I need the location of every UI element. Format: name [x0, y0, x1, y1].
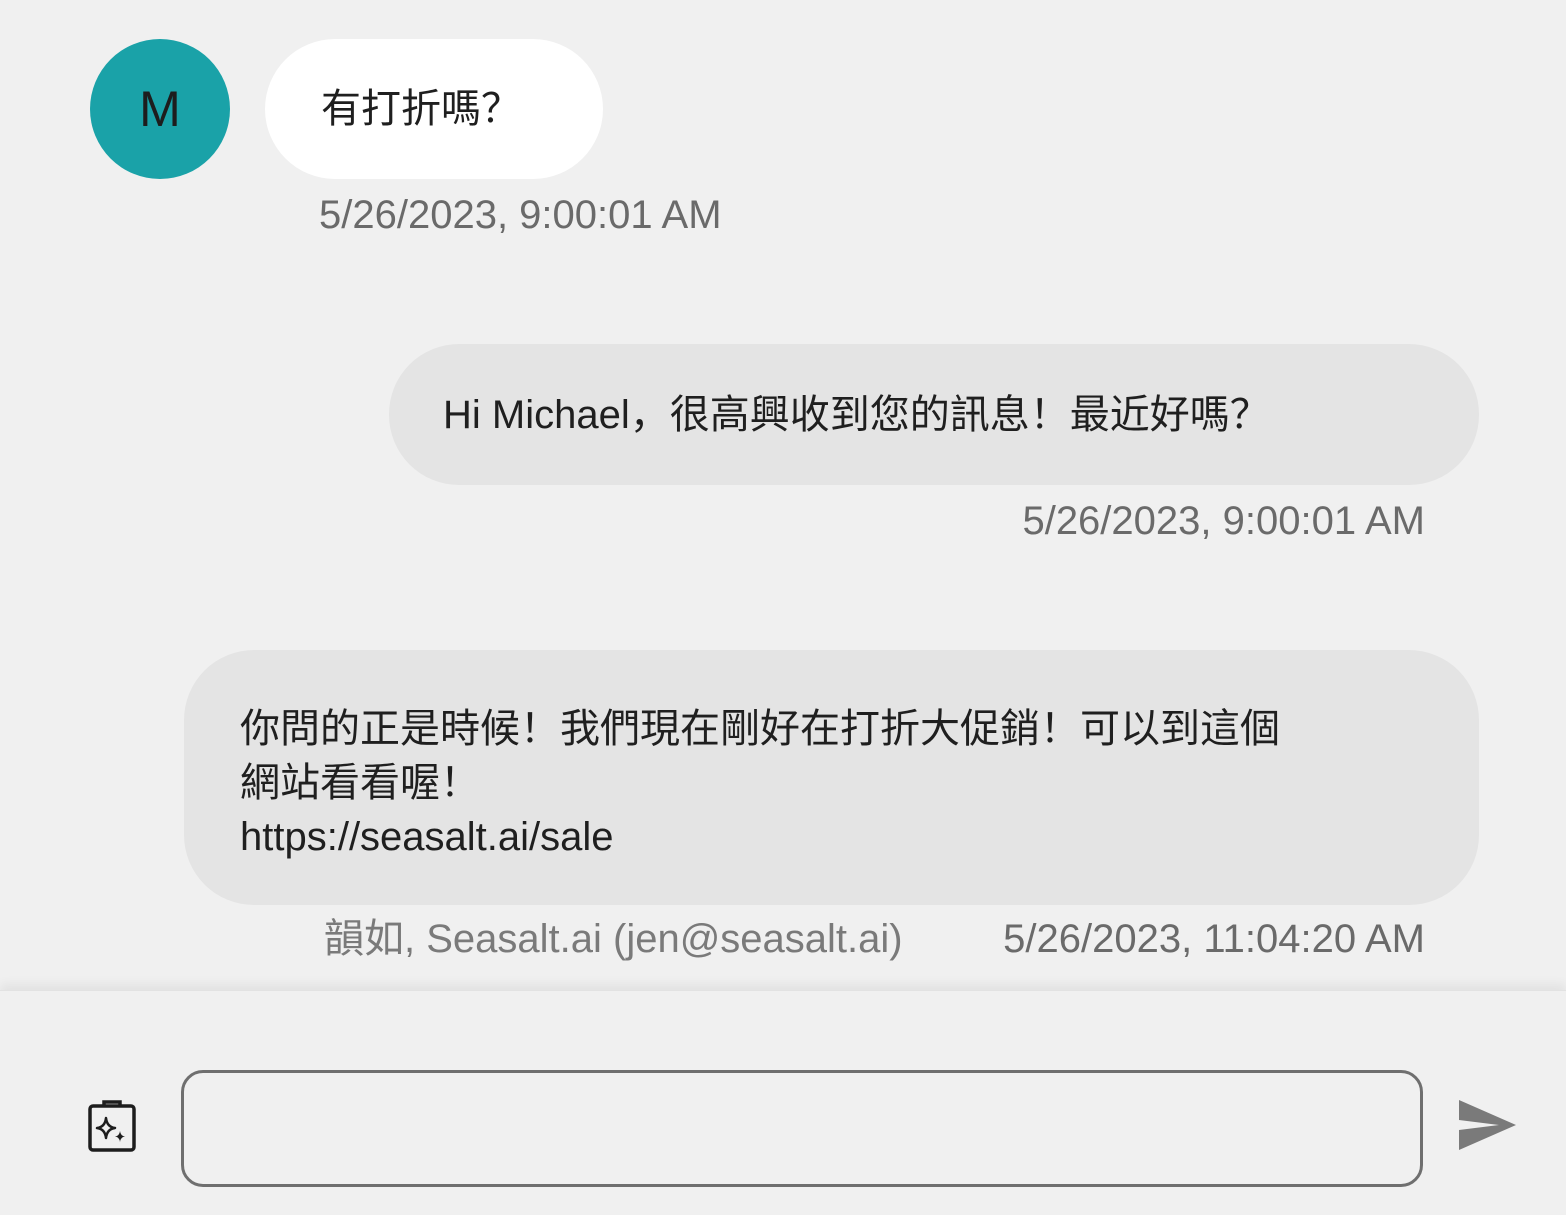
message-text: 有打折嗎？ — [321, 87, 521, 131]
send-icon — [1459, 1100, 1516, 1150]
ai-assist-button[interactable] — [84, 1098, 140, 1154]
message-text-line: 你問的正是時候！我們現在剛好在打折大促銷！可以到這個 — [240, 707, 1280, 751]
avatar-initial: M — [139, 81, 181, 137]
message-sender: 韻如, Seasalt.ai (jen@seasalt.ai) — [324, 917, 903, 961]
incoming-message-bubble: 有打折嗎？ — [265, 39, 603, 179]
message-link[interactable]: https://seasalt.ai/sale — [240, 810, 1423, 864]
message-timestamp: 5/26/2023, 11:04:20 AM — [1003, 917, 1425, 961]
message-text: Hi Michael，很高興收到您的訊息！最近好嗎？ — [443, 392, 1270, 437]
message-timestamp: 5/26/2023, 9:00:01 AM — [1022, 499, 1425, 543]
message-input[interactable] — [181, 1070, 1423, 1187]
message-text-line: 網站看看喔！ — [240, 761, 480, 805]
message-timestamp: 5/26/2023, 9:00:01 AM — [319, 193, 722, 237]
ai-sparkle-clipboard-icon — [88, 1100, 136, 1152]
outgoing-message-bubble: Hi Michael，很高興收到您的訊息！最近好嗎？ — [389, 344, 1479, 485]
outgoing-message-bubble: 你問的正是時候！我們現在剛好在打折大促銷！可以到這個 網站看看喔！ https:… — [184, 650, 1479, 905]
avatar: M — [90, 39, 230, 179]
send-button[interactable] — [1452, 1094, 1522, 1156]
chat-message-list: M 有打折嗎？ 5/26/2023, 9:00:01 AM Hi Michael… — [0, 0, 1566, 990]
